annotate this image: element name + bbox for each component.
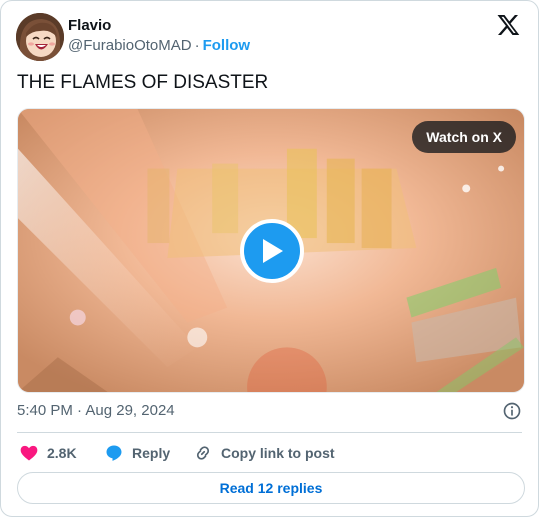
reply-bubble-icon xyxy=(106,445,122,461)
follow-button[interactable]: Follow xyxy=(203,37,251,54)
handle-row: @FurabioOtoMAD · Follow xyxy=(68,36,250,56)
x-logo-icon[interactable] xyxy=(496,13,520,37)
reply-label: Reply xyxy=(132,445,171,461)
tweet-date: Aug 29, 2024 xyxy=(85,402,175,419)
heart-icon xyxy=(20,445,38,461)
info-icon[interactable] xyxy=(502,401,522,421)
read-replies-button[interactable]: Read 12 replies xyxy=(17,472,525,504)
author-handle[interactable]: @FurabioOtoMAD xyxy=(68,37,192,54)
separator-dot: · xyxy=(194,37,200,54)
tweet-card: Flavio @FurabioOtoMAD · Follow THE FLAMES … xyxy=(0,0,539,517)
avatar[interactable] xyxy=(16,13,64,61)
author-info: Flavio @FurabioOtoMAD · Follow xyxy=(68,16,250,56)
play-button[interactable] xyxy=(240,219,304,283)
copy-link-label: Copy link to post xyxy=(221,445,335,461)
watch-on-x-button[interactable]: Watch on X xyxy=(412,121,516,153)
play-icon xyxy=(263,239,283,263)
divider xyxy=(17,432,522,433)
meta-separator: · xyxy=(77,402,83,419)
like-button[interactable]: 2.8K xyxy=(19,441,77,465)
reply-button[interactable]: Reply xyxy=(104,441,170,465)
video-player[interactable]: Watch on X xyxy=(17,108,525,393)
copy-link-button[interactable]: Copy link to post xyxy=(193,441,335,465)
link-icon xyxy=(196,446,210,460)
author-display-name[interactable]: Flavio xyxy=(68,16,250,36)
tweet-text: THE FLAMES OF DISASTER xyxy=(17,72,269,93)
action-bar: 2.8K Reply Copy link to post xyxy=(17,441,522,465)
like-count: 2.8K xyxy=(47,445,77,461)
avatar-image xyxy=(16,13,64,61)
tweet-timestamp[interactable]: 5:40 PM · Aug 29, 2024 xyxy=(17,401,522,421)
tweet-time: 5:40 PM xyxy=(17,402,73,419)
tweet-header: Flavio @FurabioOtoMAD · Follow xyxy=(16,13,524,61)
